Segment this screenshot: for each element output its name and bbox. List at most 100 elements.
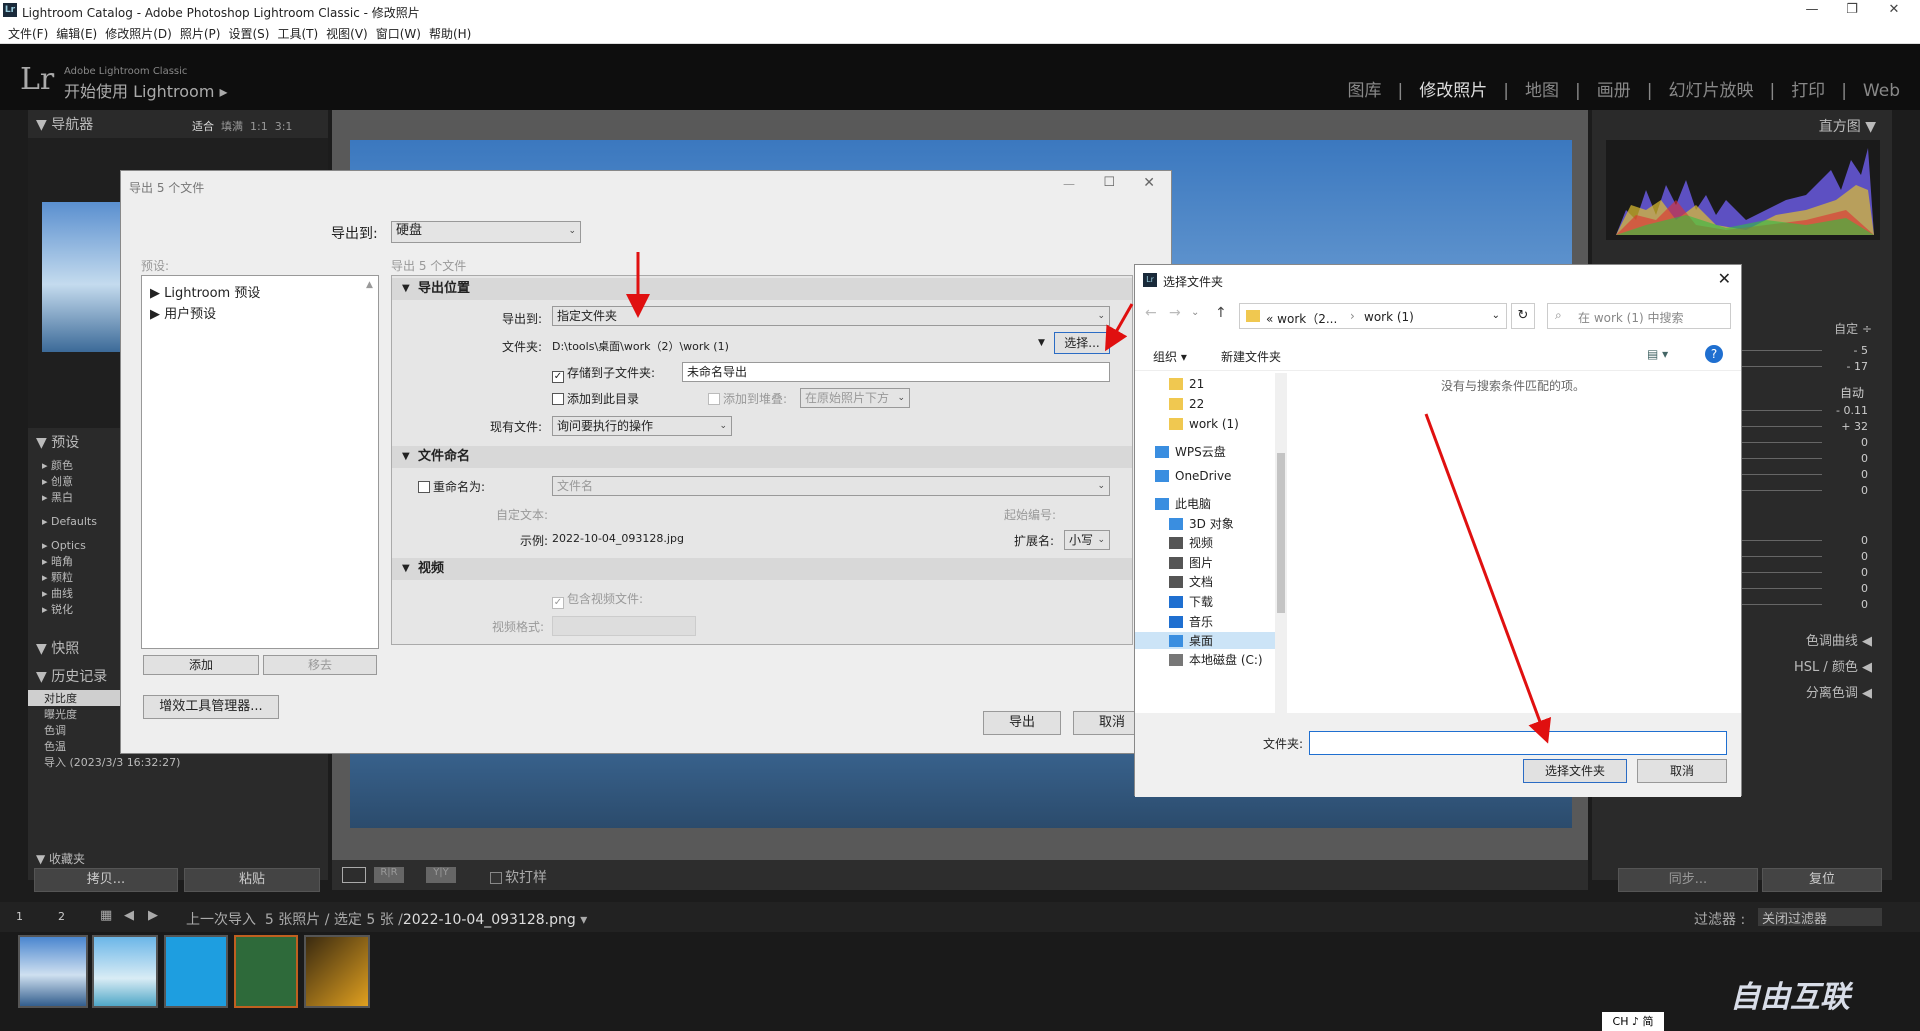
menu-item[interactable]: 帮助(H) [429, 25, 471, 42]
tree-item-folder[interactable]: 21 [1169, 377, 1204, 391]
tree-item-cloud[interactable]: WPS云盘 [1155, 443, 1226, 460]
history-header[interactable]: ▼ 历史记录 [36, 666, 107, 686]
grid-icon[interactable]: ▦ [100, 908, 112, 923]
preset-folder[interactable]: ▶ 用户预设 [150, 303, 216, 322]
stack-dropdown[interactable]: 在原始照片下方 ⌄ [800, 388, 910, 408]
folder-name-input[interactable] [1309, 731, 1727, 755]
slider-value[interactable]: 0 [1861, 598, 1868, 611]
tree-item-music[interactable]: 音乐 [1169, 613, 1213, 630]
before-after-icon[interactable]: R|R [374, 867, 404, 883]
tree-item-folder[interactable]: 22 [1169, 397, 1204, 411]
address-bar[interactable]: « work（2... › work (1) ⌄ [1239, 303, 1507, 329]
auto-button[interactable]: 自动 [1840, 384, 1864, 401]
add-stack-checkbox[interactable]: 添加到堆叠: [708, 390, 787, 407]
filter-dropdown[interactable]: 关闭过滤器 [1758, 908, 1882, 927]
thumbnail[interactable] [92, 935, 158, 1008]
module-tab[interactable]: 地图 [1525, 81, 1559, 101]
menu-item[interactable]: 视图(V) [326, 25, 368, 42]
menu-item[interactable]: 照片(P) [180, 25, 221, 42]
nav-scrollbar[interactable] [1275, 373, 1287, 713]
slider-track[interactable] [1742, 474, 1822, 475]
close-icon[interactable]: ✕ [1882, 2, 1906, 17]
loc-export-to-dropdown[interactable]: 指定文件夹 ⌄ [552, 306, 1110, 326]
profile-custom[interactable]: 自定 ÷ [1834, 320, 1872, 337]
tone-curve-header[interactable]: 色调曲线 ◀ [1806, 630, 1872, 649]
slider-value[interactable]: - 17 [1847, 360, 1868, 373]
module-tab[interactable]: 画册 [1597, 81, 1631, 101]
module-tab[interactable]: 打印 [1791, 81, 1825, 101]
ime-indicator[interactable]: CH ♪ 简 [1602, 1012, 1664, 1031]
hsl-header[interactable]: HSL / 颜色 ◀ [1794, 656, 1872, 675]
view-options-icon[interactable]: ▤ ▾ [1647, 347, 1668, 361]
section-export-location[interactable]: ▼ 导出位置 [392, 278, 1132, 300]
tree-item-pic[interactable]: 图片 [1169, 554, 1213, 571]
slider-track[interactable] [1742, 540, 1822, 541]
remove-preset-button[interactable]: 移去 [263, 655, 377, 675]
add-preset-button[interactable]: 添加 [143, 655, 259, 675]
slider-track[interactable] [1742, 588, 1822, 589]
menu-item[interactable]: 文件(F) [8, 25, 48, 42]
help-icon[interactable]: ? [1705, 345, 1723, 363]
export-to-dropdown[interactable]: 硬盘 ⌄ [391, 221, 581, 243]
new-folder-button[interactable]: 新建文件夹 [1221, 348, 1281, 365]
tree-item-pc[interactable]: 此电脑 [1155, 495, 1211, 512]
slider-track[interactable] [1742, 604, 1822, 605]
add-catalog-checkbox[interactable]: 添加到此目录 [552, 390, 639, 407]
up-icon[interactable]: ↑ [1215, 305, 1227, 321]
identity-text[interactable]: 开始使用 Lightroom ▸ [64, 78, 228, 102]
module-tab[interactable]: 修改照片 [1419, 81, 1487, 101]
slider-value[interactable]: + 32 [1841, 420, 1868, 433]
slider-value[interactable]: 0 [1861, 550, 1868, 563]
thumbnail[interactable] [234, 935, 298, 1008]
page-2-button[interactable]: 2 [58, 910, 65, 923]
slider-value[interactable]: 0 [1861, 484, 1868, 497]
slider-track[interactable] [1742, 350, 1822, 351]
slider-value[interactable]: 0 [1861, 566, 1868, 579]
plugin-manager-button[interactable]: 增效工具管理器... [143, 695, 279, 719]
maximize-icon[interactable]: ☐ [1103, 175, 1115, 190]
slider-track[interactable] [1742, 410, 1822, 411]
back-icon[interactable]: ◀ [124, 908, 134, 923]
presets-header[interactable]: ▼ 预设 [36, 432, 79, 452]
scroll-thumb[interactable] [1277, 453, 1285, 613]
minimize-icon[interactable]: — [1063, 177, 1075, 191]
choose-folder-button[interactable]: 选择... [1054, 332, 1110, 354]
slider-track[interactable] [1742, 442, 1822, 443]
reset-button[interactable]: 复位 [1762, 868, 1882, 892]
navigator-header[interactable]: ▼ 导航器 [36, 114, 93, 134]
thumbnail[interactable] [304, 935, 370, 1008]
history-item[interactable]: 导入 (2023/3/3 16:32:27) [28, 754, 328, 770]
tree-item-doc[interactable]: 文档 [1169, 573, 1213, 590]
before-after-split-icon[interactable]: Y|Y [426, 867, 456, 883]
module-tab[interactable]: Web [1863, 81, 1900, 101]
recent-icon[interactable]: ⌄ [1191, 307, 1199, 318]
sync-button[interactable]: 同步... [1618, 868, 1758, 892]
section-file-naming[interactable]: ▼ 文件命名 [392, 446, 1132, 468]
menu-item[interactable]: 窗口(W) [376, 25, 421, 42]
module-tab[interactable]: 幻灯片放映 [1668, 81, 1753, 101]
select-folder-button[interactable]: 选择文件夹 [1523, 759, 1627, 783]
slider-value[interactable]: 0 [1861, 582, 1868, 595]
slider-value[interactable]: 0 [1861, 468, 1868, 481]
forward-icon[interactable]: ▶ [148, 908, 158, 923]
tree-item-folder[interactable]: work (1) [1169, 417, 1239, 431]
menu-item[interactable]: 设置(S) [228, 25, 269, 42]
tree-item-desk[interactable]: 桌面 [1135, 632, 1275, 649]
slider-value[interactable]: 0 [1861, 534, 1868, 547]
slider-track[interactable] [1742, 458, 1822, 459]
existing-files-dropdown[interactable]: 询问要执行的操作 ⌄ [552, 416, 732, 436]
nav-zoom-options[interactable]: 适合 填满 1:1 3:1 [192, 118, 292, 134]
thumbnail[interactable] [164, 935, 228, 1008]
video-format-dropdown[interactable] [552, 616, 696, 636]
close-icon[interactable]: ✕ [1718, 269, 1731, 288]
slider-track[interactable] [1742, 572, 1822, 573]
split-toning-header[interactable]: 分离色调 ◀ [1806, 682, 1872, 701]
slider-track[interactable] [1742, 366, 1822, 367]
tree-item-obj[interactable]: 3D 对象 [1169, 515, 1234, 532]
slider-value[interactable]: 0 [1861, 436, 1868, 449]
slider-track[interactable] [1742, 556, 1822, 557]
minimize-icon[interactable]: — [1800, 2, 1824, 17]
folder-history-icon[interactable]: ▼ [1038, 338, 1045, 348]
close-icon[interactable]: ✕ [1143, 175, 1155, 191]
restore-icon[interactable]: ❐ [1840, 2, 1864, 17]
